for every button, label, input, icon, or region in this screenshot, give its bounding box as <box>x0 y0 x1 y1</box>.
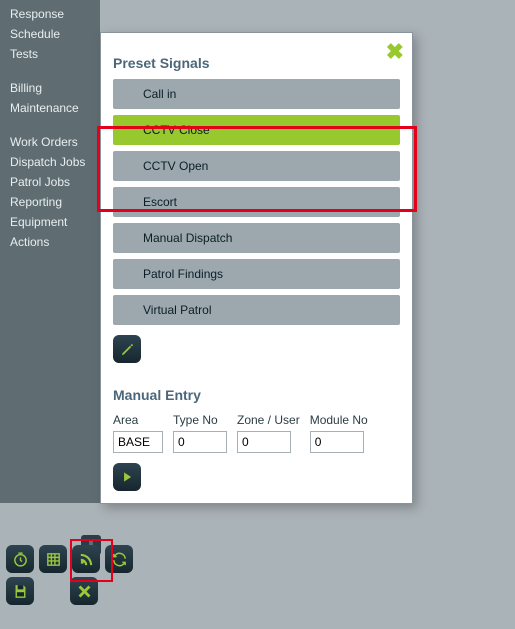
field-label: Zone / User <box>237 413 300 427</box>
play-button[interactable] <box>113 463 141 491</box>
sidebar-item[interactable]: Dispatch Jobs <box>4 152 96 172</box>
sidebar-item[interactable]: Schedule <box>4 24 96 44</box>
bottom-icon-row-2 <box>6 577 98 605</box>
preset-item[interactable]: Manual Dispatch <box>113 223 400 253</box>
save-icon[interactable] <box>6 577 34 605</box>
area-input[interactable] <box>113 431 163 453</box>
clock-icon[interactable] <box>6 545 34 573</box>
refresh-icon[interactable] <box>105 545 133 573</box>
field-label: Area <box>113 413 163 427</box>
sidebar-group-3: Work Orders Dispatch Jobs Patrol Jobs Re… <box>0 128 100 262</box>
close-icon[interactable]: ✖ <box>386 39 404 65</box>
sidebar: Response Schedule Tests Billing Maintena… <box>0 0 100 503</box>
preset-item[interactable]: CCTV Open <box>113 151 400 181</box>
sidebar-item[interactable]: Billing <box>4 78 96 98</box>
preset-list: Call in CCTV Close CCTV Open Escort Manu… <box>113 79 400 325</box>
sidebar-item[interactable]: Maintenance <box>4 98 96 118</box>
dialog-title: Preset Signals <box>113 55 400 71</box>
rss-icon[interactable] <box>72 545 100 573</box>
bottom-toolbar <box>0 503 515 629</box>
sidebar-item[interactable]: Equipment <box>4 212 96 232</box>
preset-item[interactable]: CCTV Close <box>113 115 400 145</box>
preset-item[interactable]: Patrol Findings <box>113 259 400 289</box>
module-no-input[interactable] <box>310 431 364 453</box>
sidebar-item[interactable]: Work Orders <box>4 132 96 152</box>
sidebar-group-1: Response Schedule Tests <box>0 0 100 74</box>
manual-entry-col: Module No <box>310 413 368 453</box>
manual-entry-title: Manual Entry <box>113 387 400 403</box>
type-no-input[interactable] <box>173 431 227 453</box>
manual-entry-col: Zone / User <box>237 413 300 453</box>
grid-icon[interactable] <box>39 545 67 573</box>
pencil-icon <box>120 342 135 357</box>
field-label: Module No <box>310 413 368 427</box>
edit-button[interactable] <box>113 335 141 363</box>
manual-entry-col: Area <box>113 413 163 453</box>
manual-entry-row: Area Type No Zone / User Module No <box>113 413 400 453</box>
field-label: Type No <box>173 413 227 427</box>
close-icon[interactable] <box>70 577 98 605</box>
preset-signals-dialog: ✖ Preset Signals Call in CCTV Close CCTV… <box>100 32 413 504</box>
preset-item[interactable]: Virtual Patrol <box>113 295 400 325</box>
preset-item[interactable]: Call in <box>113 79 400 109</box>
preset-item[interactable]: Escort <box>113 187 400 217</box>
sidebar-item[interactable]: Response <box>4 4 96 24</box>
sidebar-item[interactable]: Tests <box>4 44 96 64</box>
sidebar-group-2: Billing Maintenance <box>0 74 100 128</box>
sidebar-item[interactable]: Reporting <box>4 192 96 212</box>
sidebar-item[interactable]: Patrol Jobs <box>4 172 96 192</box>
manual-entry-col: Type No <box>173 413 227 453</box>
zone-user-input[interactable] <box>237 431 291 453</box>
play-icon <box>120 470 134 484</box>
sidebar-item[interactable]: Actions <box>4 232 96 252</box>
bottom-icon-row <box>6 545 133 573</box>
